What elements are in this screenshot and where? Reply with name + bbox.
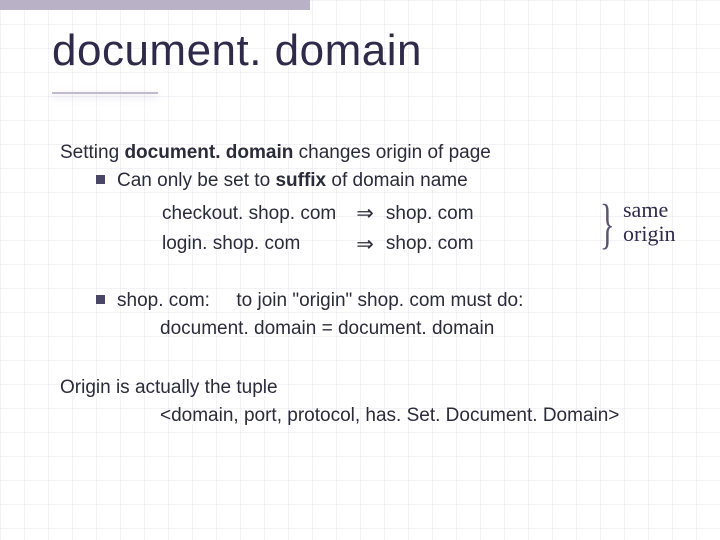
example-from: login. shop. com (162, 230, 344, 258)
example-to: shop. com (386, 199, 482, 227)
p1-sub: Can only be set to suffix of domain name (96, 168, 690, 194)
arrow-icon: ⇒ (346, 199, 384, 227)
text: origin (623, 221, 676, 246)
p2-line1: shop. com: to join "origin" shop. com mu… (96, 288, 690, 314)
table-row: login. shop. com ⇒ shop. com (162, 230, 482, 258)
slide-title: document. domain (52, 26, 422, 76)
p1-lead: Setting document. domain changes origin … (60, 140, 690, 166)
example-to: shop. com (386, 230, 482, 258)
slide-body: Setting document. domain changes origin … (60, 140, 690, 429)
title-text: document. domain (52, 26, 422, 75)
text: Can only be set to (117, 170, 275, 191)
curly-brace-icon: } (600, 199, 615, 249)
table-row: checkout. shop. com ⇒ shop. com (162, 199, 482, 227)
text-bold: document. domain (124, 142, 293, 163)
p3-line1: Origin is actually the tuple (60, 375, 690, 401)
text: of domain name (326, 170, 468, 191)
text: shop. com: (117, 290, 210, 311)
example-table: checkout. shop. com ⇒ shop. com login. s… (160, 197, 484, 260)
bullet-icon (96, 175, 105, 184)
text-bold: suffix (275, 170, 326, 191)
text: document. domain = document. domain (160, 318, 494, 339)
p2: shop. com: to join "origin" shop. com mu… (60, 288, 690, 341)
example-from: checkout. shop. com (162, 199, 344, 227)
accent-bar (0, 0, 310, 10)
arrow-icon: ⇒ (346, 230, 384, 258)
p3: Origin is actually the tuple <domain, po… (60, 375, 690, 428)
p2-line2: document. domain = document. domain (160, 316, 690, 342)
text: same (623, 197, 668, 222)
text: Setting (60, 142, 124, 163)
p3-line2: <domain, port, protocol, has. Set. Docum… (160, 403, 690, 429)
text: <domain, port, protocol, has. Set. Docum… (160, 405, 619, 426)
annotation: same origin (623, 198, 676, 246)
bullet-icon (96, 295, 105, 304)
text: Origin is actually the tuple (60, 377, 278, 398)
text: changes origin of page (293, 142, 491, 163)
text: to join "origin" shop. com must do: (236, 290, 523, 311)
title-underline (52, 92, 158, 94)
